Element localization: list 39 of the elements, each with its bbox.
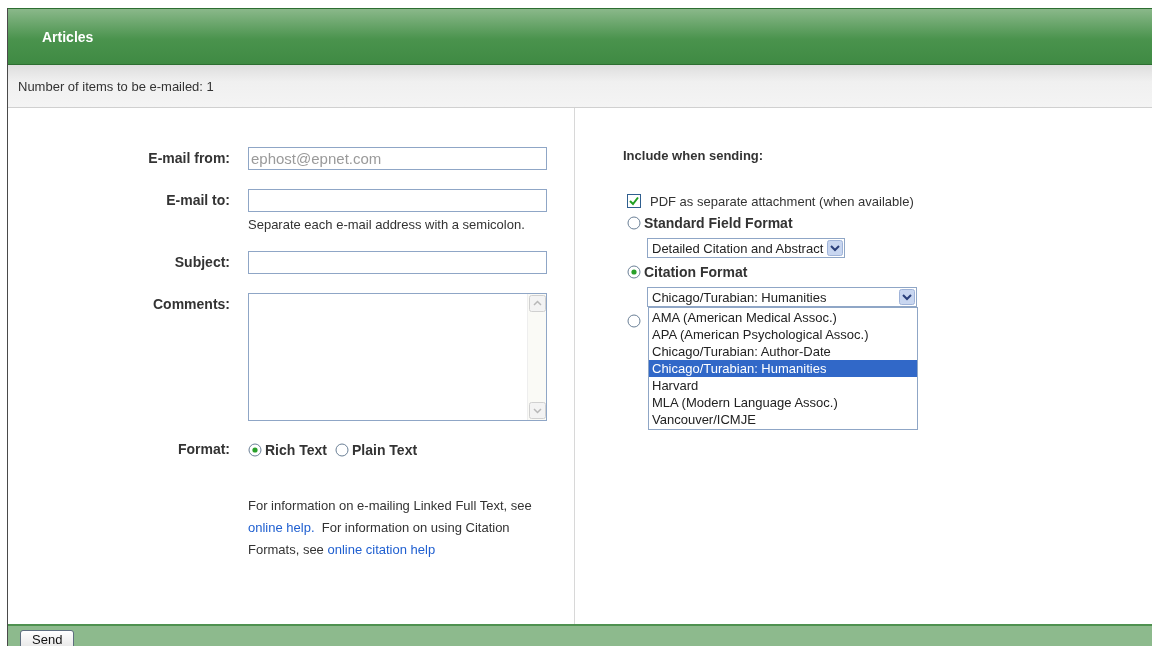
radio-button[interactable] [335,443,349,457]
text-field[interactable] [248,189,547,212]
radio-button[interactable] [627,314,641,328]
item-count-text: Number of items to be e-mailed: 1 [18,78,214,94]
field-label: Format: [177,441,230,457]
scroll-down-icon[interactable] [528,402,546,419]
dropdown-option[interactable]: Chicago/Turabian: Humanities [649,360,917,377]
section-heading: Include when sending: [623,148,765,163]
field-label: Comments: [153,295,230,314]
hint-text: Separate each e-mail address with a semicolon. [248,217,526,232]
help-link[interactable]: online citation help [327,542,436,557]
checkbox-label: PDF as separate attachment (when available) [650,193,914,209]
dropdown-option[interactable]: AMA (American Medical Assoc.) [649,309,917,326]
checkbox[interactable] [627,194,641,208]
radio-label: Standard Field Format [644,215,793,231]
help-text: For information on e-mailing Linked Full Text, see online help. For information on using Citation Formats, see online citation help [248,497,533,559]
dropdown-option[interactable]: APA (American Psychological Assoc.) [649,326,917,343]
comments-field[interactable] [248,293,547,421]
field-label: E-mail from: [148,149,230,168]
header-title: Articles [42,28,94,45]
help-link[interactable]: online help. [248,520,315,535]
dropdown-option[interactable]: Harvard [649,377,917,394]
radio-button[interactable] [627,265,641,279]
send-button[interactable]: Send [20,630,75,646]
radio-label: Rich Text [265,442,327,458]
dropdown-option[interactable]: MLA (Modern Language Assoc.) [649,394,917,411]
scroll-up-icon[interactable] [528,295,546,312]
text-field[interactable] [248,251,547,274]
dropdown-option[interactable]: Chicago/Turabian: Author-Date [649,343,917,360]
dropdown-option[interactable]: Vancouver/ICMJE [649,411,917,428]
radio-label: Plain Text [352,442,418,458]
radio-button[interactable] [248,443,262,457]
radio-label: Citation Format [644,264,748,280]
field-label: Subject: [174,253,230,272]
format-dropdown[interactable]: Detailed Citation and Abstract [647,238,846,258]
format-dropdown[interactable]: Chicago/Turabian: Humanities [647,287,917,307]
radio-button[interactable] [627,216,641,230]
field-label: E-mail to: [166,191,230,210]
scrollbar[interactable] [527,294,546,420]
